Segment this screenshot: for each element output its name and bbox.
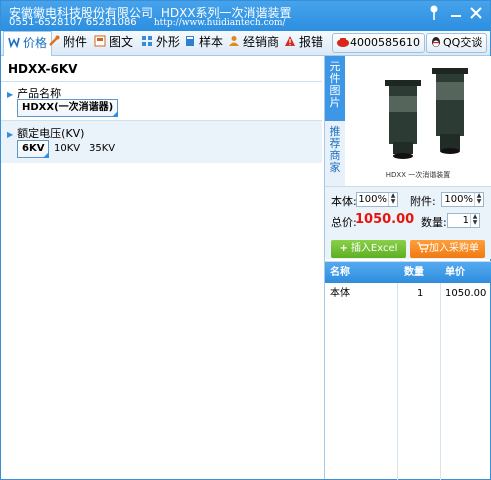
phone-numbers: 0551-6528107 65281086: [9, 17, 137, 28]
insert-excel-label: 插入Excel: [350, 243, 398, 254]
tab-shape-label: 外形: [156, 35, 181, 49]
warning-icon: [284, 32, 296, 46]
tab-component-images-label: 元件图片: [329, 60, 341, 109]
quantity-label: 数量:: [421, 216, 447, 229]
tab-graphics-label: 图文: [109, 35, 134, 49]
voltage-heading: ▶ 额定电压(KV): [7, 125, 84, 141]
row-name: 本体: [330, 288, 350, 299]
quantity-stepper[interactable]: 1 ▲ ▼: [447, 213, 480, 228]
tab-accessories-label: 附件: [63, 35, 88, 49]
tab-report-error[interactable]: 报错: [284, 31, 323, 55]
voltage-option-6kv[interactable]: 6KV: [17, 140, 50, 158]
image-caption: HDXX 一次消谐装置: [385, 171, 451, 179]
app-window: 安徽徽电科技股份有限公司 HDXX系列一次消谐装置 0551-6528107 6…: [0, 0, 491, 480]
row-quantity: 1: [417, 288, 424, 299]
book-icon: [184, 32, 196, 46]
tab-shape[interactable]: 外形: [141, 31, 180, 55]
website-url[interactable]: http://www.huidiantech.com/: [154, 18, 286, 28]
expand-arrow-icon: ▶: [7, 90, 14, 99]
stepper-arrows-icon[interactable]: ▲ ▼: [388, 193, 397, 206]
pin-icon[interactable]: [425, 5, 443, 25]
stepper-arrows-icon[interactable]: ▲ ▼: [474, 193, 483, 206]
table-header: 名称 数量 单价: [325, 262, 491, 283]
toolbar: 价格 附件 图文 外形 样本 经销商 报错 4000585610 QQ交谈: [1, 31, 490, 56]
quantity-value: 1: [462, 215, 469, 226]
row-unit-price: 1050.00: [445, 288, 487, 299]
tab-dealers-label: 经销商: [243, 35, 280, 49]
voltage-option-10kv[interactable]: 10KV: [49, 140, 85, 158]
column-header-name[interactable]: 名称: [330, 262, 350, 283]
total-price: 1050.00: [355, 212, 415, 227]
product-name-option[interactable]: HDXX(一次消谐器): [17, 99, 119, 117]
qq-icon: [430, 36, 443, 54]
voltage-section: ▶ 额定电压(KV) 6KV 10KV 35KV: [1, 120, 322, 163]
product-image: HDXX 一次消谐装置: [345, 56, 491, 186]
qq-chat-label: QQ交谈: [443, 36, 483, 49]
close-icon[interactable]: [467, 5, 485, 25]
tab-recommended-dealers[interactable]: 推荐商家: [325, 121, 345, 186]
accessory-percent-stepper[interactable]: 100% ▲ ▼: [441, 192, 484, 207]
tab-recommended-dealers-label: 推荐商家: [329, 125, 341, 174]
product-options-panel: HDXX-6KV ▶ 产品名称 HDXX(一次消谐器) ▶ 额定电压(KV) 6KV…: [1, 56, 322, 479]
tab-graphics[interactable]: 图文: [94, 31, 133, 55]
tab-component-images[interactable]: 元件图片: [325, 56, 345, 121]
price-tag-icon: [8, 33, 20, 49]
column-header-unit-price[interactable]: 单价: [445, 262, 465, 283]
insert-excel-button[interactable]: + 插入Excel: [331, 240, 406, 258]
side-tabs: 元件图片 推荐商家: [325, 56, 345, 186]
table-row[interactable]: 本体 1 1050.00: [325, 284, 491, 304]
tab-sample[interactable]: 样本: [184, 31, 223, 55]
stepper-arrows-icon[interactable]: ▲ ▼: [470, 214, 479, 227]
qq-chat-button[interactable]: QQ交谈: [426, 33, 488, 54]
user-icon: [228, 32, 240, 46]
voltage-option-35kv[interactable]: 35KV: [84, 140, 120, 158]
expand-arrow-icon: ▶: [7, 130, 14, 139]
plus-icon: +: [339, 243, 348, 254]
body-label: 本体:: [331, 195, 357, 208]
tools-icon: [48, 32, 60, 46]
voltage-label: 额定电压(KV): [17, 127, 85, 140]
cart-icon: [416, 242, 429, 260]
tab-accessories[interactable]: 附件: [48, 31, 87, 55]
add-to-purchase-button[interactable]: 加入采购单: [410, 240, 485, 258]
total-label: 总价:: [331, 216, 357, 229]
accessory-label: 附件:: [410, 195, 436, 208]
phone-icon: [336, 36, 350, 54]
body-percent-value: 100%: [358, 194, 387, 205]
accessory-percent-value: 100%: [444, 194, 473, 205]
tab-price[interactable]: 价格: [3, 31, 53, 56]
grid-shape-icon: [141, 32, 153, 46]
product-photo: [345, 56, 491, 186]
column-header-quantity[interactable]: 数量: [404, 262, 424, 283]
contact-line: 0551-6528107 65281086 http://www.huidian…: [9, 17, 286, 28]
add-to-purchase-label: 加入采购单: [429, 243, 479, 254]
tab-dealers[interactable]: 经销商: [228, 31, 279, 55]
phone-number: 4000585610: [350, 36, 420, 49]
product-title: HDXX-6KV: [8, 62, 78, 76]
purchase-table: 名称 数量 单价 本体 1 1050.00: [325, 261, 491, 480]
body-percent-stepper[interactable]: 100% ▲ ▼: [356, 192, 398, 207]
phone-button[interactable]: 4000585610: [332, 33, 425, 53]
title-bar[interactable]: 安徽徽电科技股份有限公司 HDXX系列一次消谐装置 0551-6528107 6…: [1, 1, 490, 31]
product-name-section: ▶ 产品名称 HDXX(一次消谐器): [1, 81, 322, 120]
tab-price-label: 价格: [23, 36, 48, 50]
minimize-icon[interactable]: [447, 5, 465, 25]
document-image-icon: [94, 32, 106, 47]
tab-report-error-label: 报错: [299, 35, 324, 49]
right-panel: HDXX 一次消谐装置 元件图片 推荐商家 本体: 100% ▲ ▼ 附件: 10…: [324, 56, 491, 480]
tab-sample-label: 样本: [199, 35, 224, 49]
